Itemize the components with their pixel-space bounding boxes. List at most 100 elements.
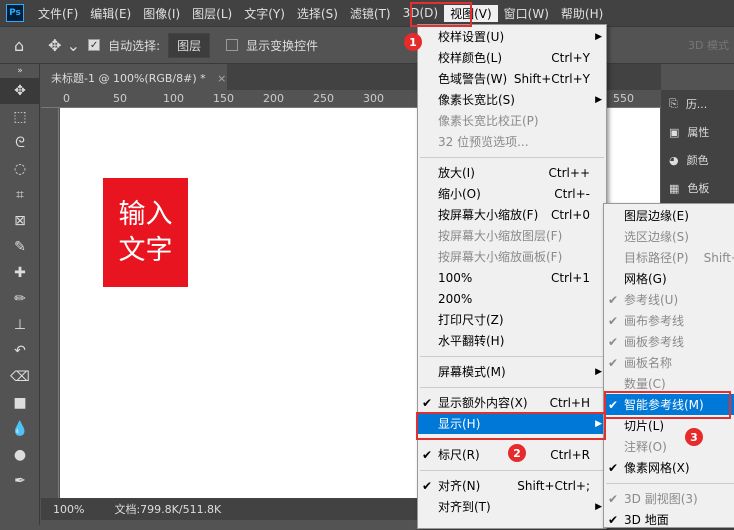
panel-color[interactable]: ◕ 颜色 bbox=[661, 146, 734, 174]
quick-select-icon[interactable]: ◌ bbox=[0, 156, 40, 182]
menu-item-shortcut: Ctrl+H bbox=[549, 395, 590, 410]
menu-item[interactable]: 打印尺寸(Z) bbox=[418, 309, 606, 330]
menu-item-label: 目标路径(P) bbox=[624, 251, 689, 265]
menu-separator bbox=[418, 465, 606, 475]
menu-item-label: 水平翻转(H) bbox=[438, 334, 505, 348]
menu-item[interactable]: ✔ 参考线(U) bbox=[604, 289, 734, 310]
menu-item-label: 像素长宽比(S) bbox=[438, 93, 515, 107]
3d-mode-label[interactable]: 3D 模式 bbox=[688, 37, 729, 53]
collapse-icon[interactable]: » bbox=[0, 64, 40, 78]
menu-item[interactable]: ✔ 3D 地面 bbox=[604, 509, 734, 530]
close-icon[interactable]: × bbox=[217, 72, 226, 85]
menu-layer[interactable]: 图层(L) bbox=[186, 5, 238, 22]
menu-item-shortcut: Shift+ bbox=[703, 250, 734, 265]
panel-label: 颜色 bbox=[686, 154, 709, 167]
menu-separator bbox=[418, 351, 606, 361]
menu-item[interactable]: 色域警告(W) Shift+Ctrl+Y bbox=[418, 68, 606, 89]
menu-file[interactable]: 文件(F) bbox=[32, 5, 84, 22]
menu-item[interactable]: 按屏幕大小缩放图层(F) bbox=[418, 225, 606, 246]
menu-item[interactable]: 校样设置(U) ▶ bbox=[418, 26, 606, 47]
eyedropper-icon[interactable]: ✎ bbox=[0, 234, 40, 260]
options-bar: ⌂ ✥ ⌄ ✓ 自动选择: 图层 显示变换控件 3D 模式 bbox=[0, 26, 734, 64]
stamp-tool-icon[interactable]: ⊥ bbox=[0, 312, 40, 338]
marquee-tool-icon[interactable]: ⬚ bbox=[0, 104, 40, 130]
dodge-icon[interactable]: ● bbox=[0, 442, 40, 468]
menu-type[interactable]: 文字(Y) bbox=[238, 5, 291, 22]
move-tool-icon[interactable]: ✥ bbox=[0, 78, 40, 104]
menu-item[interactable]: 像素长宽比(S) ▶ bbox=[418, 89, 606, 110]
menu-edit[interactable]: 编辑(E) bbox=[84, 5, 137, 22]
menu-item[interactable]: 按屏幕大小缩放(F) Ctrl+0 bbox=[418, 204, 606, 225]
auto-select-checkbox[interactable]: ✓ bbox=[88, 39, 101, 51]
menu-item[interactable]: 校样颜色(L) Ctrl+Y bbox=[418, 47, 606, 68]
menu-item[interactable]: ✔ 画板参考线 bbox=[604, 331, 734, 352]
checkmark-icon: ✔ bbox=[608, 334, 619, 349]
menu-item-shortcut: Shift+Ctrl+Y bbox=[513, 71, 590, 86]
menu-item[interactable]: 图层边缘(E) bbox=[604, 205, 734, 226]
checkmark-icon: ✔ bbox=[422, 395, 433, 410]
menu-item[interactable]: 像素长宽比校正(P) bbox=[418, 110, 606, 131]
ruler-tick: 200 bbox=[263, 92, 284, 105]
show-transform-checkbox[interactable] bbox=[226, 39, 239, 51]
menu-item-label: 按屏幕大小缩放画板(F) bbox=[438, 250, 563, 264]
healing-brush-icon[interactable]: ✚ bbox=[0, 260, 40, 286]
menu-separator bbox=[604, 478, 734, 488]
menu-window[interactable]: 窗口(W) bbox=[498, 5, 555, 22]
menu-item[interactable]: 放大(I) Ctrl++ bbox=[418, 162, 606, 183]
menu-item-label: 100% bbox=[438, 270, 473, 285]
menu-select[interactable]: 选择(S) bbox=[291, 5, 344, 22]
menu-help[interactable]: 帮助(H) bbox=[555, 5, 609, 22]
crop-tool-icon[interactable]: ⌗ bbox=[0, 182, 40, 208]
menu-image[interactable]: 图像(I) bbox=[137, 5, 186, 22]
menu-item[interactable]: 100% Ctrl+1 bbox=[418, 267, 606, 288]
move-tool-icon[interactable]: ✥ ⌄ bbox=[48, 36, 80, 55]
ruler-tick: 150 bbox=[213, 92, 234, 105]
panel-label: 历... bbox=[685, 98, 708, 111]
menu-item[interactable]: 对齐到(T) ▶ bbox=[418, 496, 606, 517]
auto-select-label: 自动选择: bbox=[108, 38, 161, 53]
menu-item[interactable]: 选区边缘(S) bbox=[604, 226, 734, 247]
menu-item[interactable]: 目标路径(P) Shift+ bbox=[604, 247, 734, 268]
pen-tool-icon[interactable]: ✒ bbox=[0, 468, 40, 494]
panel-properties[interactable]: ▣ 属性 bbox=[661, 118, 734, 146]
menu-item[interactable]: 网格(G) bbox=[604, 268, 734, 289]
menu-item[interactable]: 注释(O) bbox=[604, 436, 734, 457]
history-icon: ⎘ bbox=[669, 97, 678, 110]
eraser-icon[interactable]: ⌫ bbox=[0, 364, 40, 390]
panel-swatches[interactable]: ▦ 色板 bbox=[661, 174, 734, 202]
menu-item[interactable]: 按屏幕大小缩放画板(F) bbox=[418, 246, 606, 267]
home-icon[interactable]: ⌂ bbox=[14, 36, 24, 55]
frame-tool-icon[interactable]: ⊠ bbox=[0, 208, 40, 234]
lasso-tool-icon[interactable]: ᘓ bbox=[0, 130, 40, 156]
history-brush-icon[interactable]: ↶ bbox=[0, 338, 40, 364]
vertical-ruler[interactable] bbox=[41, 108, 59, 498]
menu-filter[interactable]: 滤镜(T) bbox=[344, 5, 397, 22]
menu-item[interactable]: 缩小(O) Ctrl+- bbox=[418, 183, 606, 204]
menu-item[interactable]: 屏幕模式(M) ▶ bbox=[418, 361, 606, 382]
menu-item-shortcut: Shift+Ctrl+; bbox=[517, 478, 590, 493]
canvas-text: 输入 文字 bbox=[118, 198, 173, 266]
step-badge: 2 bbox=[508, 444, 526, 462]
menu-item[interactable]: 32 位预览选项... bbox=[418, 131, 606, 152]
blur-icon[interactable]: 💧 bbox=[0, 416, 40, 442]
gradient-icon[interactable]: ■ bbox=[0, 390, 40, 416]
menu-item[interactable]: ✔ 3D 副视图(3) bbox=[604, 488, 734, 509]
document-size[interactable]: 文档:799.8K/511.8K bbox=[114, 501, 221, 517]
document-tab[interactable]: 未标题-1 @ 100%(RGB/8#) * × bbox=[41, 64, 227, 90]
brush-tool-icon[interactable]: ✏ bbox=[0, 286, 40, 312]
ruler-tick: 550 bbox=[613, 92, 634, 105]
menu-item[interactable]: ✔ 对齐(N) Shift+Ctrl+; bbox=[418, 475, 606, 496]
menu-item-label: 屏幕模式(M) bbox=[438, 365, 506, 379]
panel-history[interactable]: ⎘ 历... bbox=[661, 90, 734, 118]
menu-item-label: 图层边缘(E) bbox=[624, 209, 689, 223]
canvas-text-box[interactable]: 输入 文字 bbox=[103, 178, 188, 287]
auto-select-dropdown[interactable]: 图层 bbox=[168, 32, 211, 58]
menu-item[interactable]: ✔ 像素网格(X) bbox=[604, 457, 734, 478]
menu-item[interactable]: 200% bbox=[418, 288, 606, 309]
menu-item-label: 数量(C) bbox=[624, 377, 666, 391]
zoom-level[interactable]: 100% bbox=[53, 503, 84, 516]
menu-item[interactable]: 水平翻转(H) bbox=[418, 330, 606, 351]
menu-item[interactable]: ✔ 画板名称 bbox=[604, 352, 734, 373]
menu-item[interactable]: ✔ 显示额外内容(X) Ctrl+H bbox=[418, 392, 606, 413]
menu-item[interactable]: ✔ 画布参考线 bbox=[604, 310, 734, 331]
